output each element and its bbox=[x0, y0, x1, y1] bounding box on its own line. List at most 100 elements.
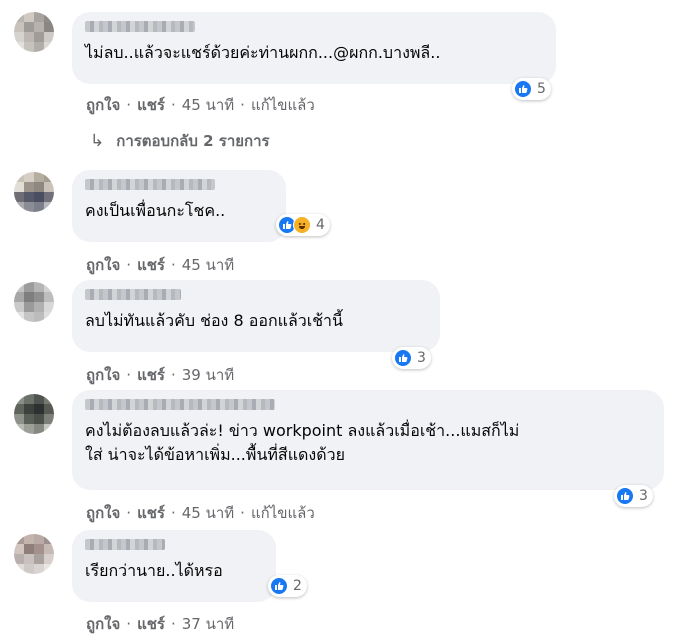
avatar-pixel bbox=[14, 42, 24, 52]
avatar[interactable] bbox=[14, 282, 54, 322]
avatar-pixel bbox=[44, 292, 54, 302]
comment-text: เรียกว่านาย..ได้หรอ bbox=[85, 561, 223, 580]
avatar-pixel bbox=[14, 172, 24, 182]
reaction-count: 3 bbox=[417, 350, 426, 366]
avatar-pixel bbox=[34, 394, 44, 404]
avatar[interactable] bbox=[14, 534, 54, 574]
avatar-pixel bbox=[14, 32, 24, 42]
timestamp[interactable]: 39 นาที bbox=[182, 366, 234, 384]
avatar-pixel bbox=[34, 32, 44, 42]
avatar-pixel bbox=[34, 534, 44, 544]
avatar-pixel bbox=[14, 424, 24, 434]
avatar[interactable] bbox=[14, 172, 54, 212]
share-link[interactable]: แชร์ bbox=[137, 615, 165, 633]
avatar-pixel bbox=[24, 564, 34, 574]
commenter-name[interactable] bbox=[85, 399, 275, 410]
comment-bubble: เรียกว่านาย..ได้หรอ bbox=[72, 530, 276, 602]
avatar-pixel bbox=[14, 544, 24, 554]
avatar-pixel bbox=[14, 302, 24, 312]
reaction-summary[interactable]: 4 bbox=[276, 214, 330, 236]
avatar-pixel bbox=[24, 424, 34, 434]
comment-bubble: คงไม่ต้องลบแล้วล่ะ! ข่าว workpoint ลงแล้… bbox=[72, 390, 664, 490]
comment-bubble: ลบไม่ทันแล้วคับ ช่อง 8 ออกแล้วเช้านี้ bbox=[72, 280, 440, 352]
avatar-pixel bbox=[24, 22, 34, 32]
avatar-pixel bbox=[44, 414, 54, 424]
avatar-pixel bbox=[34, 22, 44, 32]
reaction-summary[interactable]: 3 bbox=[614, 485, 653, 507]
avatar-pixel bbox=[24, 32, 34, 42]
avatar-pixel bbox=[24, 554, 34, 564]
avatar-pixel bbox=[44, 404, 54, 414]
share-link[interactable]: แชร์ bbox=[137, 366, 165, 384]
share-link[interactable]: แชร์ bbox=[137, 96, 165, 114]
reaction-summary[interactable]: 2 bbox=[268, 575, 307, 597]
avatar-pixel bbox=[34, 544, 44, 554]
like-link[interactable]: ถูกใจ bbox=[86, 615, 120, 633]
avatar[interactable] bbox=[14, 12, 54, 52]
commenter-name[interactable] bbox=[85, 539, 165, 550]
avatar-pixel bbox=[14, 292, 24, 302]
avatar-pixel bbox=[14, 312, 24, 322]
avatar-pixel bbox=[44, 394, 54, 404]
avatar-pixel bbox=[14, 554, 24, 564]
avatar[interactable] bbox=[14, 394, 54, 434]
thumbs-up-icon bbox=[514, 80, 532, 98]
avatar-pixel bbox=[24, 414, 34, 424]
reaction-count: 5 bbox=[537, 81, 546, 97]
thumbs-up-icon bbox=[616, 487, 634, 505]
avatar-pixel bbox=[14, 192, 24, 202]
avatar-pixel bbox=[34, 312, 44, 322]
avatar-pixel bbox=[24, 182, 34, 192]
avatar-pixel bbox=[34, 292, 44, 302]
avatar-pixel bbox=[14, 182, 24, 192]
avatar-pixel bbox=[44, 12, 54, 22]
avatar-pixel bbox=[34, 404, 44, 414]
avatar-pixel bbox=[44, 544, 54, 554]
timestamp[interactable]: 37 นาที bbox=[182, 615, 234, 633]
reaction-summary[interactable]: 3 bbox=[392, 347, 431, 369]
view-replies-link[interactable]: ↳ การตอบกลับ 2 รายการ bbox=[90, 129, 270, 153]
reply-arrow-icon: ↳ bbox=[90, 131, 105, 151]
avatar-pixel bbox=[14, 12, 24, 22]
avatar-pixel bbox=[44, 32, 54, 42]
avatar-pixel bbox=[24, 172, 34, 182]
avatar-pixel bbox=[14, 414, 24, 424]
avatar-pixel bbox=[34, 282, 44, 292]
share-link[interactable]: แชร์ bbox=[137, 504, 165, 522]
commenter-name[interactable] bbox=[85, 289, 181, 300]
share-link[interactable]: แชร์ bbox=[137, 256, 165, 274]
avatar-pixel bbox=[44, 282, 54, 292]
comment-text: ลบไม่ทันแล้วคับ ช่อง 8 ออกแล้วเช้านี้ bbox=[85, 311, 343, 330]
timestamp[interactable]: 45 นาที bbox=[182, 256, 234, 274]
avatar-pixel bbox=[44, 192, 54, 202]
avatar-pixel bbox=[34, 302, 44, 312]
like-link[interactable]: ถูกใจ bbox=[86, 96, 120, 114]
avatar-pixel bbox=[24, 404, 34, 414]
avatar-pixel bbox=[34, 172, 44, 182]
timestamp[interactable]: 45 นาที bbox=[182, 504, 234, 522]
avatar-pixel bbox=[44, 172, 54, 182]
avatar-pixel bbox=[24, 312, 34, 322]
avatar-pixel bbox=[14, 394, 24, 404]
commenter-name[interactable] bbox=[85, 179, 215, 190]
avatar-pixel bbox=[44, 564, 54, 574]
like-link[interactable]: ถูกใจ bbox=[86, 366, 120, 384]
like-link[interactable]: ถูกใจ bbox=[86, 504, 120, 522]
like-link[interactable]: ถูกใจ bbox=[86, 256, 120, 274]
avatar-pixel bbox=[14, 534, 24, 544]
avatar-pixel bbox=[44, 22, 54, 32]
avatar-pixel bbox=[34, 554, 44, 564]
thumbs-up-icon bbox=[394, 349, 412, 367]
reaction-summary[interactable]: 5 bbox=[512, 78, 551, 100]
avatar-pixel bbox=[44, 202, 54, 212]
commenter-name[interactable] bbox=[85, 21, 195, 32]
avatar-pixel bbox=[34, 564, 44, 574]
replies-label: การตอบกลับ 2 รายการ bbox=[116, 132, 270, 150]
avatar-pixel bbox=[24, 544, 34, 554]
timestamp[interactable]: 45 นาที bbox=[182, 96, 234, 114]
avatar-pixel bbox=[44, 42, 54, 52]
avatar-pixel bbox=[24, 292, 34, 302]
avatar-pixel bbox=[34, 12, 44, 22]
avatar-pixel bbox=[44, 424, 54, 434]
reaction-count: 4 bbox=[316, 217, 325, 233]
